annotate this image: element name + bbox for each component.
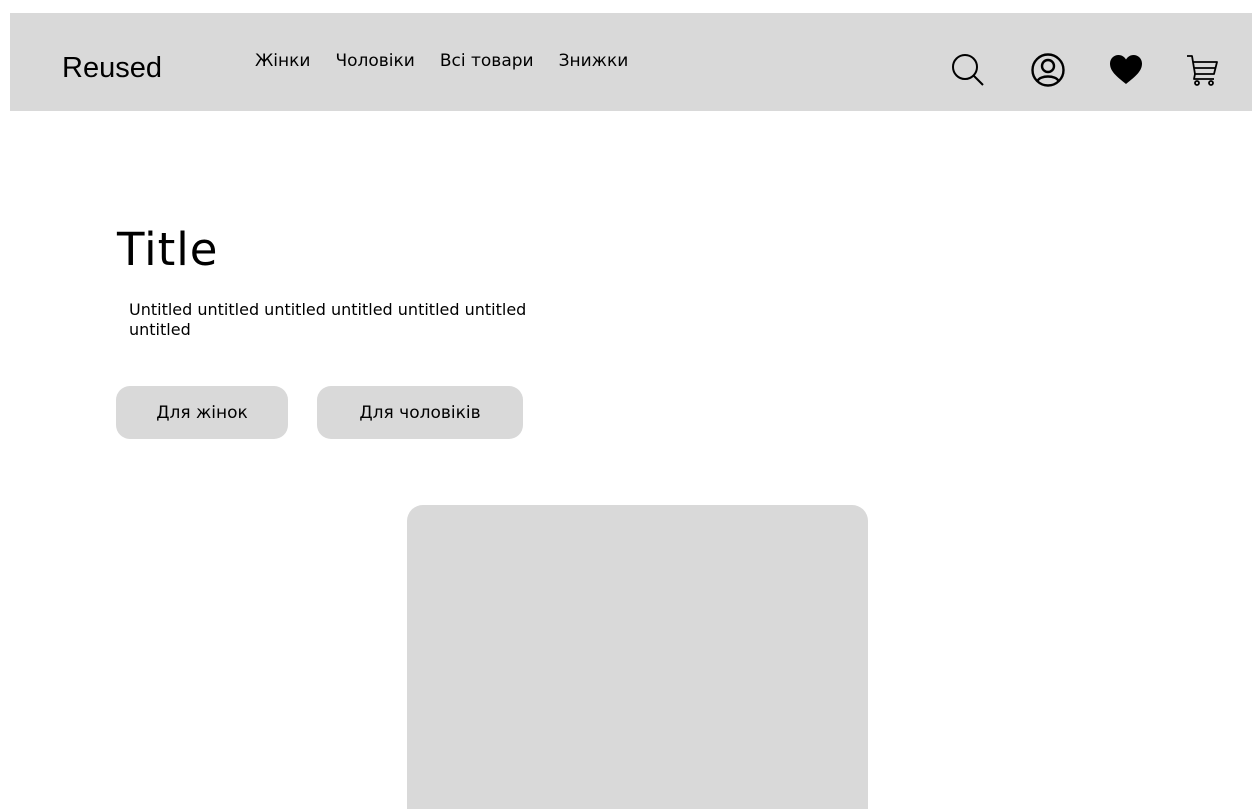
nav-item-men[interactable]: Чоловіки [335,50,414,72]
nav-item-women[interactable]: Жінки [255,50,310,72]
logo[interactable]: Reused [62,48,162,88]
for-men-button[interactable]: Для чоловіків [317,386,523,439]
main-nav: Жінки Чоловіки Всі товари Знижки [255,50,653,72]
top-header: Reused Жінки Чоловіки Всі товари Знижки [10,13,1252,111]
heart-icon[interactable] [1106,50,1146,90]
for-women-button[interactable]: Для жінок [116,386,288,439]
search-icon[interactable] [948,50,988,90]
cart-icon[interactable] [1182,50,1222,90]
page: Reused Жінки Чоловіки Всі товари Знижки [0,0,1252,809]
hero-subtitle: Untitled untitled untitled untitled unti… [129,300,527,339]
user-icon[interactable] [1028,50,1068,90]
nav-item-sale[interactable]: Знижки [559,50,629,72]
hero-image-placeholder [407,505,868,809]
nav-item-all-products[interactable]: Всі товари [440,50,534,72]
hero-title: Title [117,223,219,276]
